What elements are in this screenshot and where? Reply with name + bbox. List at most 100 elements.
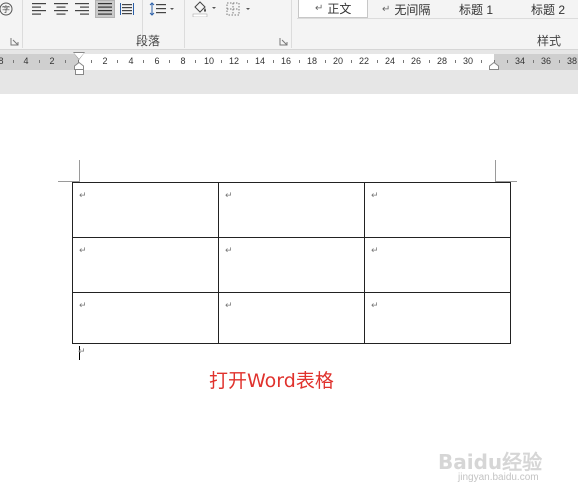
ruler-tick [39, 60, 40, 63]
shading-button[interactable] [190, 0, 220, 18]
justify-button[interactable] [95, 0, 115, 18]
phonetic-guide-button[interactable]: 字 [0, 0, 16, 18]
phonetic-guide-icon: 字 [0, 2, 13, 16]
paragraph-mark-icon: ↵ [78, 346, 86, 356]
distribute-button[interactable] [118, 0, 136, 18]
paragraph-mark-icon: ↵ [371, 190, 379, 200]
ruler-number: 38 [566, 56, 578, 66]
justify-icon [98, 3, 112, 15]
ruler-number: 30 [462, 56, 474, 66]
distributed-align-icon [120, 3, 134, 15]
ruler-number: 16 [280, 56, 292, 66]
font-group-separator [22, 0, 23, 48]
table-cell[interactable]: ↵ [364, 182, 511, 238]
ruler-tick [455, 60, 456, 63]
ruler-tick [143, 60, 144, 63]
ruler-number: 6 [154, 56, 160, 66]
style-heading-2-label: 标题 2 [531, 2, 566, 17]
ruler-tick [91, 60, 92, 63]
ruler-number: 14 [254, 56, 266, 66]
ruler-number: 8 [0, 56, 4, 66]
watermark-logo: Baidu经验 [438, 450, 543, 474]
ruler-number: 36 [540, 56, 552, 66]
ruler-tick [299, 60, 300, 63]
first-line-indent-fill [74, 53, 84, 59]
align-left-button[interactable] [30, 0, 48, 18]
ruler-tick [533, 60, 534, 63]
table-cell[interactable]: ↵ [364, 237, 511, 293]
paint-bucket-icon [192, 1, 216, 17]
border-icon [226, 2, 250, 16]
ruler-number: 26 [410, 56, 422, 66]
ruler-number: 34 [514, 56, 526, 66]
align-center-button[interactable] [52, 0, 70, 18]
table-cell[interactable]: ↵ [72, 237, 219, 293]
ruler-tick [325, 60, 326, 63]
table-cell[interactable]: ↵ [218, 182, 365, 238]
paragraph-mark-icon: ↵ [225, 190, 233, 200]
align-left-icon [32, 3, 46, 15]
line-spacing-button[interactable] [148, 0, 178, 18]
style-heading-1[interactable]: 标题 1 [444, 0, 510, 18]
paragraph-mark-icon: ↵ [79, 300, 87, 310]
ruler-tick [481, 60, 482, 63]
table-cell[interactable]: ↵ [218, 292, 365, 344]
right-indent-marker[interactable] [489, 62, 499, 70]
paragraph-mark-icon: ↵ [315, 3, 324, 14]
ruler-number: 24 [384, 56, 396, 66]
styles-divider [297, 18, 578, 19]
ruler-number: 18 [306, 56, 318, 66]
style-no-spacing[interactable]: ↵ 无间隔 [370, 0, 442, 18]
style-no-spacing-label: 无间隔 [394, 2, 431, 17]
ruler-number: 12 [228, 56, 240, 66]
crop-mark-left-vertical [79, 160, 80, 182]
ruler-tick [273, 60, 274, 63]
ruler-number: 4 [23, 56, 29, 66]
table-cell[interactable]: ↵ [72, 182, 219, 238]
ruler-tick [169, 60, 170, 63]
ruler-tick [65, 60, 66, 63]
style-heading-2[interactable]: 标题 2 [512, 0, 578, 18]
line-spacing-icon [149, 2, 174, 16]
left-indent-marker[interactable] [75, 69, 84, 75]
paragraph-separator-2 [184, 0, 185, 48]
paragraph-mark-icon: ↵ [79, 245, 87, 255]
styles-group-label: 样式 [537, 34, 562, 48]
table-cell[interactable]: ↵ [364, 292, 511, 344]
paragraph-mark-icon: ↵ [382, 3, 391, 15]
ruler-number: 2 [102, 56, 108, 66]
ruler-tick [221, 60, 222, 63]
font-dialog-launcher[interactable] [10, 37, 19, 46]
style-normal[interactable]: ↵ 正文 [298, 0, 368, 18]
styles-group-separator [291, 0, 292, 48]
dialog-launcher-icon [10, 38, 19, 46]
paragraph-mark-icon: ↵ [79, 190, 87, 200]
dialog-launcher-icon [279, 38, 288, 46]
ruler-number: 28 [436, 56, 448, 66]
table-row: ↵ ↵ ↵ [72, 292, 511, 344]
ruler-tick [403, 60, 404, 63]
align-right-icon [75, 3, 89, 15]
document-table[interactable]: ↵ ↵ ↵ ↵ ↵ ↵ ↵ ↵ ↵ [72, 182, 511, 344]
ruler-number: 8 [180, 56, 186, 66]
ruler-tick [351, 60, 352, 63]
table-row: ↵ ↵ ↵ [72, 237, 511, 293]
style-heading-1-label: 标题 1 [459, 2, 494, 17]
paragraph-mark-icon: ↵ [371, 300, 379, 310]
borders-button[interactable] [224, 0, 254, 18]
paragraph-dialog-launcher[interactable] [279, 37, 288, 46]
ruler-tick [117, 60, 118, 63]
table-cell[interactable]: ↵ [72, 292, 219, 344]
table-cell[interactable]: ↵ [218, 237, 365, 293]
ribbon: 字 段落 ↵ 正文 ↵ 无间隔 标题 1 标题 2 样式 [0, 0, 578, 50]
ruler-number: 4 [128, 56, 134, 66]
ruler-tick [429, 60, 430, 63]
paragraph-mark-icon: ↵ [225, 300, 233, 310]
ruler-number: 10 [203, 56, 215, 66]
ruler-tick [195, 60, 196, 63]
crop-mark-right-vertical [495, 160, 496, 182]
ruler-number: 20 [332, 56, 344, 66]
caption-text: 打开Word表格 [209, 370, 334, 392]
ruler-tick [507, 60, 508, 63]
align-right-button[interactable] [73, 0, 91, 18]
